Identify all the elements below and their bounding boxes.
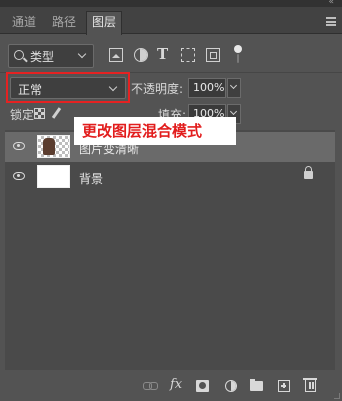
lock-pixels-icon[interactable]	[51, 107, 62, 119]
panel-menu-icon[interactable]	[326, 17, 336, 26]
trash-icon[interactable]	[303, 378, 317, 392]
tab-channels[interactable]: 通道	[6, 12, 42, 34]
tab-layers[interactable]: 图层	[86, 11, 122, 35]
shape-filter-icon[interactable]	[181, 48, 195, 62]
eye-icon[interactable]	[13, 142, 25, 150]
chevron-down-icon	[229, 81, 238, 90]
type-filter-icon[interactable]: T	[157, 45, 171, 63]
search-icon	[14, 50, 24, 60]
opacity-dropdown-button[interactable]	[227, 78, 241, 98]
new-group-icon[interactable]	[250, 379, 263, 391]
layer-list: 图片变清晰 背景	[5, 130, 335, 370]
image-filter-icon[interactable]	[109, 48, 123, 62]
layer-row[interactable]: 背景	[5, 162, 335, 192]
collapse-panel-icon[interactable]: «	[328, 0, 333, 7]
opacity-input[interactable]: 100%	[188, 78, 226, 98]
layer-thumbnail[interactable]	[37, 165, 70, 188]
annotation-text: 更改图层混合模式	[82, 122, 203, 140]
layer-name[interactable]: 背景	[79, 170, 103, 187]
tab-paths[interactable]: 路径	[46, 12, 82, 34]
panel-tab-bar: 通道 路径 图层	[0, 7, 342, 35]
lock-icon[interactable]	[304, 166, 313, 179]
lock-transparency-icon[interactable]	[34, 108, 45, 119]
resize-grip-icon[interactable]	[334, 393, 340, 399]
fx-icon[interactable]: fx	[170, 377, 182, 392]
chevron-down-icon	[229, 107, 238, 116]
layer-thumbnail[interactable]	[37, 135, 70, 158]
opacity-label: 不透明度:	[131, 82, 184, 96]
smart-object-filter-icon[interactable]	[206, 48, 220, 62]
layer-filter-row: 类型 T	[8, 44, 338, 68]
filter-toggle-icon[interactable]	[234, 45, 242, 63]
panel-top-strip: «	[0, 0, 342, 7]
eye-icon[interactable]	[13, 172, 25, 180]
filter-kind-label: 类型	[30, 50, 55, 64]
link-layers-icon[interactable]	[143, 380, 158, 392]
figure-thumbnail-image	[43, 138, 55, 155]
chevron-down-icon	[77, 49, 87, 59]
blend-mode-highlight-box	[6, 72, 130, 103]
adjustment-filter-icon[interactable]	[134, 48, 148, 62]
add-mask-icon[interactable]	[196, 380, 209, 392]
annotation-callout: 更改图层混合模式	[74, 117, 236, 145]
new-adjustment-icon[interactable]	[225, 380, 237, 392]
new-layer-icon[interactable]	[278, 380, 290, 392]
filter-kind-select[interactable]: 类型	[8, 44, 94, 68]
layers-bottom-bar: fx	[0, 370, 342, 401]
